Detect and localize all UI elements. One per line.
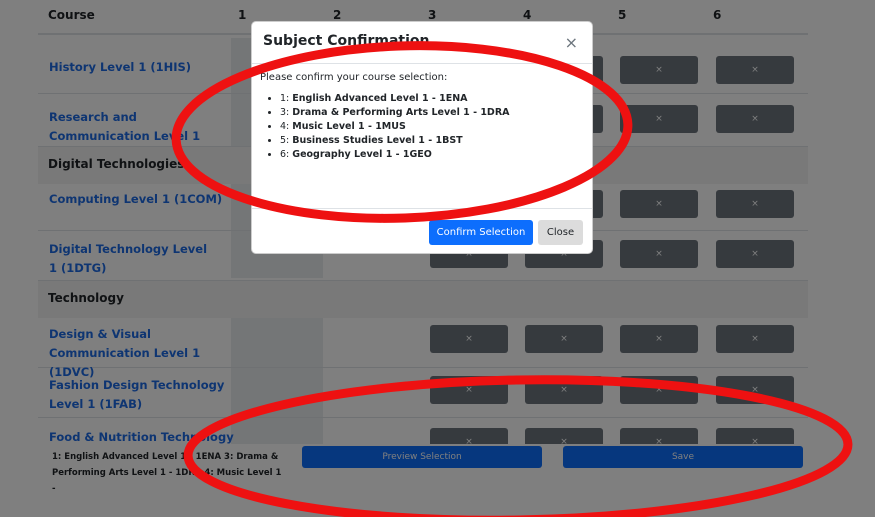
- slot-number: 1:: [280, 93, 293, 104]
- slot-number: 6:: [280, 149, 293, 160]
- course-name: Drama & Performing Arts Level 1 - 1DRA: [292, 107, 510, 118]
- slot-number: 4:: [280, 121, 293, 132]
- modal-body: Please confirm your course selection: 1:…: [260, 72, 586, 163]
- list-item: 6: Geography Level 1 - 1GEO: [280, 149, 586, 160]
- modal-footer: Confirm Selection Close: [252, 208, 592, 254]
- modal-title: Subject Confirmation: [263, 33, 430, 49]
- list-item: 3: Drama & Performing Arts Level 1 - 1DR…: [280, 107, 586, 118]
- confirm-selection-button[interactable]: Confirm Selection: [429, 220, 533, 245]
- list-item: 1: English Advanced Level 1 - 1ENA: [280, 93, 586, 104]
- course-name: Geography Level 1 - 1GEO: [292, 149, 432, 160]
- close-icon[interactable]: ×: [565, 33, 578, 52]
- close-button[interactable]: Close: [538, 220, 583, 245]
- modal-header: Subject Confirmation ×: [252, 22, 592, 64]
- list-item: 5: Business Studies Level 1 - 1BST: [280, 135, 586, 146]
- selected-course-list: 1: English Advanced Level 1 - 1ENA 3: Dr…: [260, 93, 586, 160]
- course-name: Business Studies Level 1 - 1BST: [292, 135, 463, 146]
- subject-confirmation-modal: Subject Confirmation × Please confirm yo…: [251, 21, 593, 254]
- course-name: Music Level 1 - 1MUS: [292, 121, 406, 132]
- course-name: English Advanced Level 1 - 1ENA: [292, 93, 468, 104]
- slot-number: 3:: [280, 107, 293, 118]
- list-item: 4: Music Level 1 - 1MUS: [280, 121, 586, 132]
- modal-intro-text: Please confirm your course selection:: [260, 72, 448, 83]
- slot-number: 5:: [280, 135, 293, 146]
